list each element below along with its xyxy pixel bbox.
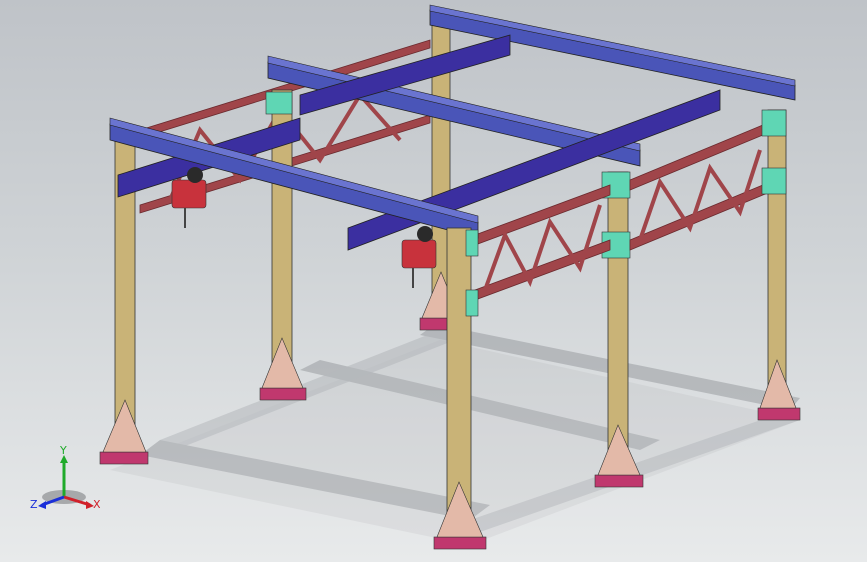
truss-front[interactable] — [474, 184, 611, 301]
column-back-right[interactable] — [757, 109, 801, 421]
y-axis-label: Y — [59, 445, 67, 457]
gantry-crane-model[interactable] — [0, 0, 867, 562]
x-axis-label: X — [93, 498, 100, 511]
hoist-right[interactable] — [401, 226, 437, 288]
coordinate-triad: Y X Z — [30, 445, 100, 511]
cad-viewport[interactable]: Y X Z — [0, 0, 867, 562]
z-axis-label: Z — [30, 498, 38, 511]
